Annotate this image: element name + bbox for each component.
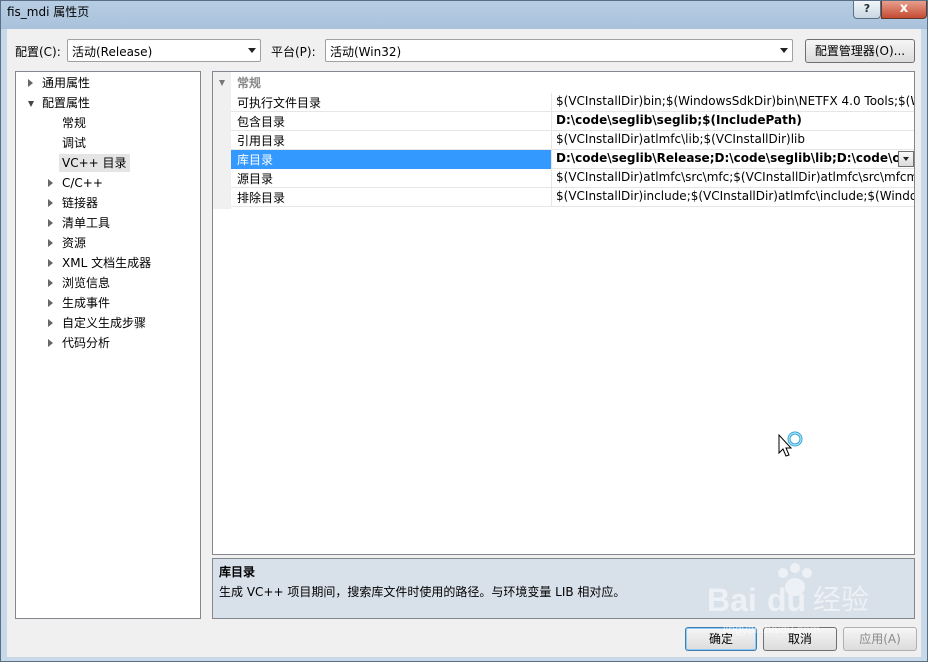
watermark-brand-2: du (767, 582, 806, 618)
tree-item-label: 常规 (62, 116, 87, 130)
expand-icon[interactable] (48, 239, 53, 247)
property-value[interactable]: $(VCInstallDir)atlmfc\src\mfc;$(VCInstal… (556, 170, 914, 184)
grid-row-reference-directories[interactable]: 引用目录 $(VCInstallDir)atlmfc\lib;$(VCInsta… (231, 131, 914, 150)
busy-cursor-icon (778, 431, 803, 457)
property-value[interactable]: $(VCInstallDir)bin;$(WindowsSdkDir)bin\N… (556, 94, 914, 108)
property-value-input[interactable]: D:\code\seglib\Release;D:\code\seglib\li… (556, 151, 900, 165)
expand-icon[interactable] (48, 339, 53, 347)
column-divider (551, 93, 552, 112)
expand-icon[interactable] (48, 279, 53, 287)
tree-item-label: XML 文档生成器 (62, 256, 152, 270)
property-name: 包含目录 (237, 115, 286, 129)
property-value[interactable]: D:\code\seglib\seglib;$(IncludePath) (556, 113, 914, 127)
property-name: 可执行文件目录 (237, 96, 322, 110)
watermark-brand: Bai (707, 582, 757, 618)
column-divider (551, 131, 552, 150)
property-name: 引用目录 (237, 134, 286, 148)
close-button[interactable]: x (881, 1, 927, 19)
property-value[interactable]: $(VCInstallDir)atlmfc\lib;$(VCInstallDir… (556, 132, 914, 146)
grid-row-executable-directories[interactable]: 可执行文件目录 $(VCInstallDir)bin;$(WindowsSdkD… (231, 93, 914, 112)
expand-icon[interactable] (48, 219, 53, 227)
column-divider (551, 112, 552, 131)
column-divider (551, 169, 552, 188)
watermark-cn: 经验 (813, 583, 869, 616)
tree-item-label: 清单工具 (62, 216, 111, 230)
column-divider (551, 188, 552, 207)
property-name: 排除目录 (237, 191, 286, 205)
chevron-down-icon (780, 48, 788, 53)
configuration-label: 配置(C): (15, 45, 61, 59)
tree-item-label: VC++ 目录 (59, 154, 130, 172)
collapse-icon[interactable] (219, 80, 225, 86)
column-divider (551, 150, 552, 169)
tree-item-label: 自定义生成步骤 (62, 316, 147, 330)
baidu-jingyan-watermark: Bai du 经验 jingyan.baidu.com (707, 563, 869, 636)
expand-icon[interactable] (28, 79, 33, 87)
grid-row-include-directories[interactable]: 包含目录 D:\code\seglib\seglib;$(IncludePath… (231, 112, 914, 131)
expand-icon[interactable] (48, 299, 53, 307)
watermark-url: jingyan.baidu.com (722, 622, 820, 636)
section-title: 常规 (237, 76, 262, 90)
tree-item-label: 配置属性 (42, 96, 91, 110)
expand-icon[interactable] (48, 319, 53, 327)
property-grid[interactable]: 常规 可执行文件目录 $(VCInstallDir)bin;$(WindowsS… (212, 71, 915, 555)
configuration-manager-button[interactable]: 配置管理器(O)... (805, 39, 915, 63)
chevron-down-icon (248, 48, 256, 53)
properties-dialog: fis_mdi 属性页 ? x 配置(C): 活动(Release) 平台(P)… (0, 0, 928, 662)
tree-item-label: 资源 (62, 236, 87, 250)
help-button[interactable]: ? (853, 1, 881, 19)
collapse-icon[interactable] (28, 101, 34, 107)
tree-item-label: C/C++ (62, 176, 103, 190)
configuration-select[interactable]: 活动(Release) (67, 39, 261, 62)
platform-label: 平台(P): (271, 45, 316, 59)
configuration-value: 活动(Release) (72, 45, 153, 59)
tree-item-label: 浏览信息 (62, 276, 111, 290)
expand-icon[interactable] (48, 259, 53, 267)
description-text: 生成 VC++ 项目期间，搜索库文件时使用的路径。与环境变量 LIB 相对应。 (219, 585, 626, 599)
tree-item-label: 链接器 (62, 196, 99, 210)
grid-section-general[interactable]: 常规 (213, 74, 914, 93)
property-name: 库目录 (237, 153, 274, 167)
tree-item-label: 生成事件 (62, 296, 111, 310)
property-value[interactable]: $(VCInstallDir)include;$(VCInstallDir)at… (556, 189, 914, 203)
property-tree[interactable]: 通用属性 配置属性 常规 调试 VC++ 目录 C/C++ 链接器 清单工具 资… (15, 71, 201, 619)
platform-value: 活动(Win32) (330, 45, 402, 59)
title-bar[interactable]: fis_mdi 属性页 ? x (1, 1, 927, 29)
expand-icon[interactable] (48, 179, 53, 187)
value-dropdown-button[interactable] (898, 151, 914, 167)
description-title: 库目录 (219, 565, 256, 579)
tree-item-label: 调试 (62, 136, 87, 150)
grid-row-source-directories[interactable]: 源目录 $(VCInstallDir)atlmfc\src\mfc;$(VCIn… (231, 169, 914, 188)
tree-item-label: 通用属性 (42, 76, 91, 90)
grid-row-exclude-directories[interactable]: 排除目录 $(VCInstallDir)include;$(VCInstallD… (231, 188, 914, 207)
property-name: 源目录 (237, 172, 274, 186)
window-title: fis_mdi 属性页 (7, 5, 90, 19)
expand-icon[interactable] (48, 199, 53, 207)
grid-row-library-directories[interactable]: 库目录 D:\code\seglib\Release;D:\code\segli… (231, 150, 914, 169)
platform-select[interactable]: 活动(Win32) (325, 39, 793, 62)
tree-item-label: 代码分析 (62, 336, 111, 350)
